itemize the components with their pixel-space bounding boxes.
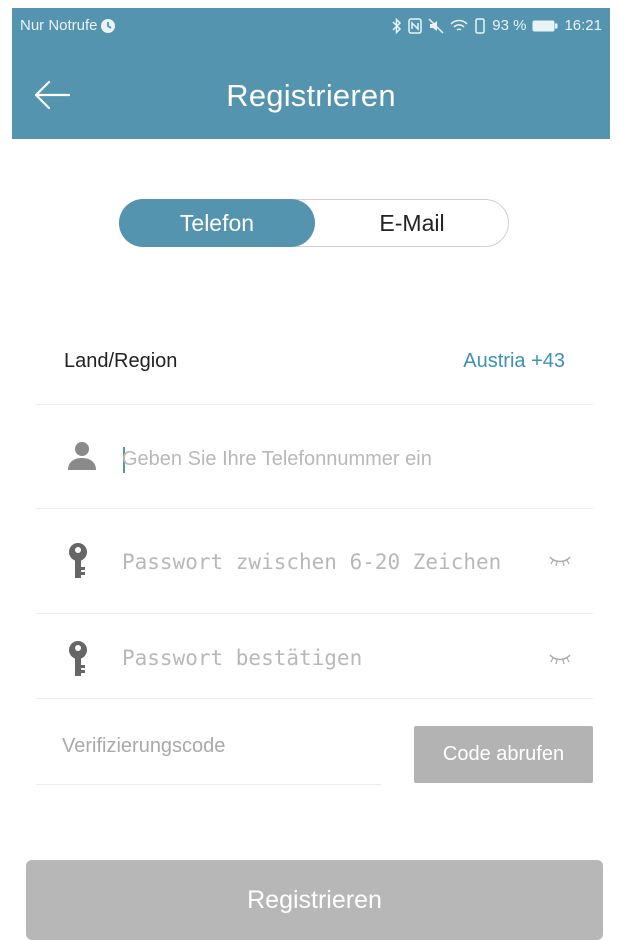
mute-icon [428,17,444,34]
password-confirm-input[interactable] [122,638,533,678]
title-bar: Registrieren [12,64,610,124]
password-row [36,509,593,614]
tab-telefon[interactable]: Telefon [119,199,315,247]
app-header: Nur Notrufe 93 % 16:21 Registrieren [12,8,610,139]
tab-email[interactable]: E-Mail [314,199,510,247]
clock-time: 16:21 [564,17,602,34]
clock-icon [100,18,116,34]
phone-input[interactable] [122,439,533,479]
eye-closed-icon[interactable] [549,554,571,568]
verification-row [36,718,381,785]
status-bar: Nur Notrufe 93 % 16:21 [12,8,610,44]
password-input[interactable] [122,542,533,582]
battery-percent: 93 % [492,17,527,34]
password-confirm-row [36,614,593,699]
registration-method-toggle: Telefon E-Mail [119,199,509,247]
user-icon [66,440,98,477]
carrier-label: Nur Notrufe [20,17,98,34]
country-region-selector[interactable]: Land/Region Austria +43 [36,332,593,405]
key-icon [66,640,90,683]
eye-closed-icon[interactable] [549,652,571,666]
page-title: Registrieren [226,78,396,113]
vibrate-icon [474,17,486,34]
phone-row [36,405,593,509]
region-value[interactable]: Austria +43 [463,350,565,373]
get-code-button[interactable]: Code abrufen [414,726,593,783]
battery-icon [532,20,558,32]
region-label: Land/Region [64,350,178,372]
bluetooth-icon [392,17,402,34]
key-icon [66,542,90,585]
register-button[interactable]: Registrieren [26,860,603,940]
verification-code-input[interactable] [62,726,362,766]
wifi-icon [450,19,468,33]
nfc-icon [408,17,422,34]
